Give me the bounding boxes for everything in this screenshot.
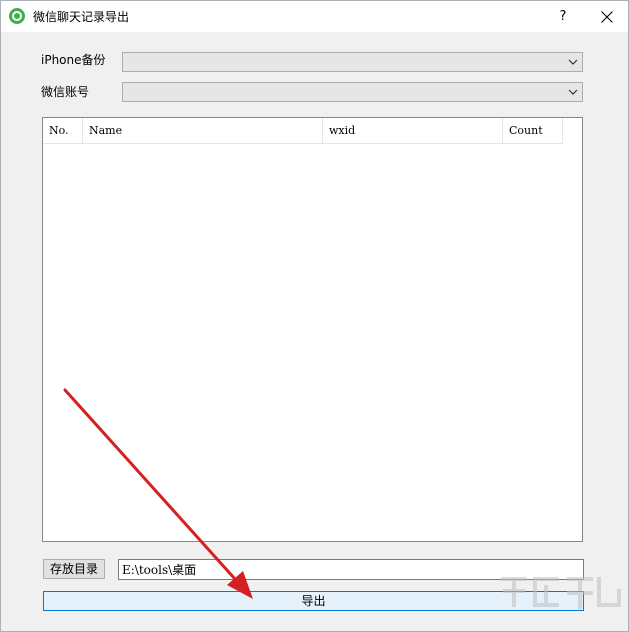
watermark-logo: [501, 577, 621, 609]
export-window: 微信聊天记录导出 ? iPhone备份 微信账号 No. Name wxid C…: [0, 0, 629, 632]
annotation-arrow: [63, 388, 253, 599]
